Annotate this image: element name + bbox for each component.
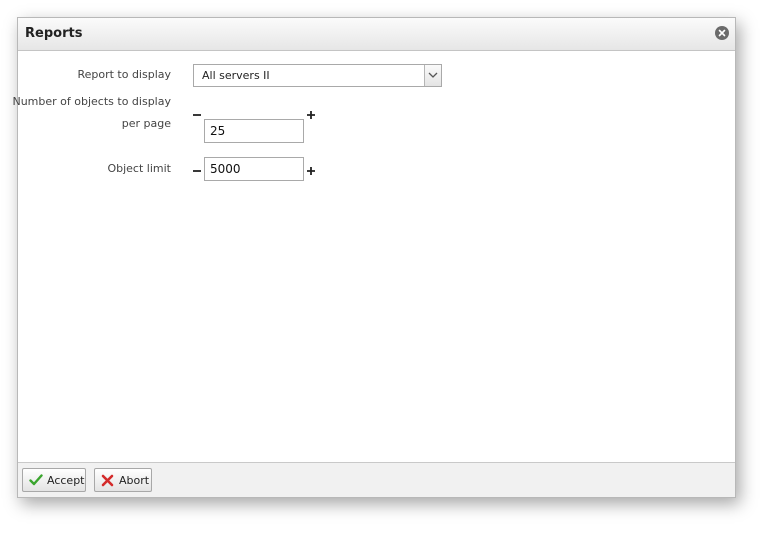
report-to-display-label: Report to display [77,68,171,81]
dialog-title: Reports [25,26,83,41]
accept-button-label: Accept [47,474,85,487]
object-limit-label: Object limit [107,162,171,175]
object-limit-input[interactable] [204,157,304,181]
abort-button-label: Abort [119,474,150,487]
accept-button[interactable]: Accept [22,468,86,492]
close-button[interactable] [715,26,729,40]
dialog-titlebar: Reports [18,18,735,51]
minus-icon [193,170,201,172]
dialog-footer: Accept Abort [18,462,735,497]
report-select-value: All servers II [202,69,270,82]
objects-per-page-label-line2: per page [121,117,171,130]
close-icon [718,29,726,37]
objects-per-page-label-line1: Number of objects to display [12,95,171,108]
report-select[interactable]: All servers II [193,64,442,87]
minus-icon [193,114,201,116]
x-icon [101,474,114,487]
plus-icon [307,167,315,175]
chevron-down-icon [428,72,438,78]
reports-dialog: Reports Report to display All servers II… [12,17,736,498]
object-limit-increment-button[interactable] [305,162,317,175]
objects-per-page-decrement-button[interactable] [191,106,203,118]
report-select-toggle[interactable] [424,65,441,86]
objects-per-page-increment-button[interactable] [305,106,317,119]
checkmark-icon [29,474,43,486]
abort-button[interactable]: Abort [94,468,152,492]
objects-per-page-input[interactable] [204,119,304,143]
plus-icon [307,111,315,119]
object-limit-decrement-button[interactable] [191,162,203,174]
